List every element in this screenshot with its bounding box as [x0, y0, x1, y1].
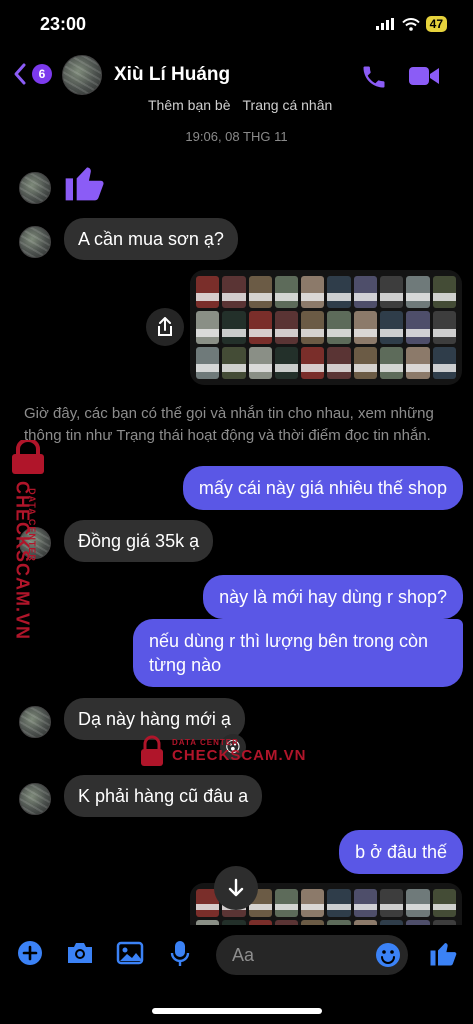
sender-avatar[interactable]	[19, 783, 51, 815]
chevron-left-icon	[14, 63, 26, 85]
paint-jar	[222, 276, 246, 309]
status-icons: 47	[375, 16, 447, 32]
paint-jar	[274, 311, 299, 344]
paint-jar	[222, 346, 246, 379]
message-input-placeholder: Aa	[232, 945, 255, 965]
unread-badge: 6	[32, 64, 52, 84]
conversation-timestamp: 19:06, 08 THG 11	[185, 129, 288, 144]
lock-icon	[141, 735, 163, 766]
paint-jar	[432, 346, 457, 379]
paint-jars-photo[interactable]	[190, 270, 462, 385]
outgoing-message[interactable]: này là mới hay dùng r shop?	[203, 575, 463, 619]
home-indicator	[152, 1008, 322, 1014]
paint-jar	[248, 276, 273, 309]
paint-jar	[274, 889, 299, 917]
paint-jar	[380, 346, 404, 379]
back-button[interactable]: 6	[12, 62, 52, 86]
contact-avatar[interactable]	[62, 55, 102, 95]
arrow-down-icon	[228, 878, 244, 897]
incoming-message[interactable]: Đồng giá 35k ạ	[64, 520, 214, 562]
paint-jar	[432, 276, 457, 309]
paint-jar	[380, 276, 404, 309]
emoji-icon	[376, 943, 400, 967]
paint-jar	[432, 889, 457, 917]
more-actions-button[interactable]	[17, 940, 43, 971]
thumbs-up-message[interactable]	[62, 160, 106, 209]
emoji-button[interactable]	[375, 942, 401, 973]
sender-avatar[interactable]	[19, 172, 51, 204]
thumbs-up-icon	[65, 167, 104, 201]
gallery-button[interactable]	[116, 940, 144, 971]
plus-icon	[18, 941, 42, 965]
profile-links: Thêm bạn bè Trang cá nhân	[148, 97, 332, 113]
paint-jar	[380, 311, 404, 344]
wifi-icon	[401, 17, 420, 31]
outgoing-message[interactable]: b ở đâu thế	[339, 830, 463, 874]
camera-icon	[68, 943, 92, 963]
camera-button[interactable]	[65, 940, 95, 971]
paint-jar	[301, 889, 325, 917]
video-call-button[interactable]	[408, 64, 440, 93]
scroll-down-button[interactable]	[214, 866, 258, 910]
paint-jar	[406, 889, 430, 917]
paint-jar	[406, 276, 430, 309]
paint-jar	[327, 311, 352, 344]
paint-jar	[274, 276, 299, 309]
paint-jar	[196, 346, 220, 379]
voice-button[interactable]	[170, 940, 190, 973]
paint-jar	[380, 889, 404, 917]
paint-jar	[406, 311, 430, 344]
image-icon	[116, 941, 144, 965]
watermark-sub: DATA CENTER	[27, 488, 37, 562]
watermark-sub: DATA CENTER	[172, 738, 239, 747]
incoming-message[interactable]: A cần mua sơn ạ?	[64, 218, 238, 260]
paint-jar	[196, 276, 220, 309]
outgoing-message[interactable]: mấy cái này giá nhiêu thế shop	[182, 466, 463, 510]
phone-icon	[363, 66, 385, 88]
like-button[interactable]	[428, 938, 458, 973]
status-time: 23:00	[40, 14, 87, 34]
paint-jar	[274, 346, 299, 379]
share-button[interactable]	[146, 308, 184, 346]
profile-link[interactable]: Trang cá nhân	[243, 97, 333, 113]
paint-jar	[248, 346, 273, 379]
outgoing-message[interactable]: nếu dùng r thì lượng bên trong còn từng …	[133, 619, 463, 687]
incoming-message[interactable]: K phải hàng cũ đâu a	[64, 775, 263, 817]
paint-jar	[327, 346, 352, 379]
sender-avatar[interactable]	[19, 706, 51, 738]
paint-jar	[301, 346, 325, 379]
signal-icon	[375, 18, 394, 30]
paint-jar	[248, 311, 273, 344]
watermark-brand: CHECKSCAM.VN	[172, 747, 307, 764]
paint-jar	[327, 889, 352, 917]
paint-jar	[301, 311, 325, 344]
paint-jar	[353, 276, 378, 309]
microphone-icon	[170, 941, 190, 966]
paint-jar	[327, 276, 352, 309]
battery-indicator: 47	[425, 16, 447, 32]
paint-jar	[301, 276, 325, 309]
paint-jar	[196, 311, 220, 344]
paint-jar	[222, 311, 246, 344]
info-text: Giờ đây, các bạn có thể gọi và nhắn tin …	[24, 405, 434, 444]
add-friend-link[interactable]: Thêm bạn bè	[148, 97, 231, 113]
paint-jar	[432, 311, 457, 344]
incoming-message[interactable]: Dạ này hàng mới ạ	[64, 698, 245, 740]
paint-jar	[353, 889, 378, 917]
sender-avatar[interactable]	[19, 226, 51, 258]
checkscam-watermark: DATA CENTER CHECKSCAM.VN	[138, 735, 307, 767]
share-icon	[158, 317, 172, 336]
video-camera-icon	[409, 67, 439, 85]
contact-name[interactable]: Xiù Lí Huáng	[114, 64, 230, 86]
paint-jar	[406, 346, 430, 379]
call-button[interactable]	[360, 63, 388, 96]
paint-jar	[353, 311, 378, 344]
thumbs-up-icon	[430, 943, 457, 966]
paint-jar	[353, 346, 378, 379]
checkscam-watermark: CHECKSCAM.VN DATA CENTER	[2, 440, 58, 650]
